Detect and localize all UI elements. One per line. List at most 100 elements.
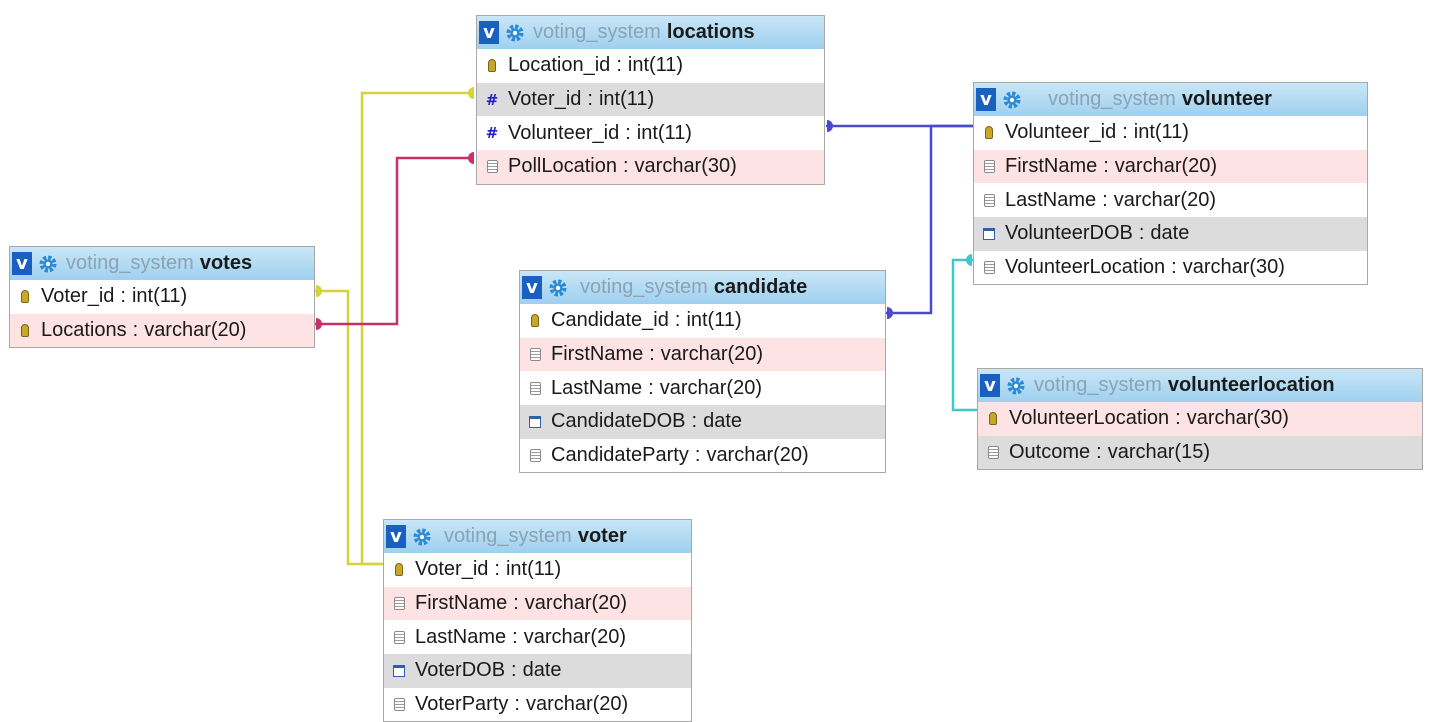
table-header[interactable]: v voting_system voter [384,520,691,553]
collapse-v-button[interactable]: v [12,252,32,275]
column-type: date [522,659,562,682]
column-row[interactable]: CandidateParty: varchar(20) [520,439,885,473]
column-name: Volunteer_id [508,121,620,144]
gear-icon[interactable] [1006,376,1026,396]
table-voter[interactable]: v voting_system voter Voter_id: int(11) Fi… [383,519,692,722]
column-separator: : [513,592,519,615]
column-separator: : [514,693,520,716]
column-row[interactable]: Location_id: int(11) [477,49,824,83]
text-column-icon [528,448,542,464]
column-type: varchar(20) [1114,155,1218,178]
column-row[interactable]: Voter_id: int(11) [10,280,314,314]
collapse-v-button[interactable]: v [976,88,996,111]
column-row[interactable]: # Voter_id: int(11) [477,82,824,117]
primary-key-icon [986,411,1000,427]
column-separator: : [1102,188,1108,211]
table-header[interactable]: v voting_system votes [10,247,314,280]
column-name: FirstName [415,592,508,615]
table-volunteer[interactable]: v voting_system volunteer Volunteer_id: i… [973,82,1368,286]
column-row[interactable]: Volunteer_id: int(11) [974,116,1367,150]
column-row[interactable]: VolunteerLocation: varchar(30) [978,402,1422,436]
collapse-v-button[interactable]: v [386,525,406,548]
primary-key-icon [18,289,32,305]
column-type: int(11) [1133,121,1189,144]
text-column-icon [982,192,996,208]
relation-line-volunteer-id [886,124,973,315]
column-name: Location_id [508,54,611,77]
column-row[interactable]: # Volunteer_id: int(11) [477,116,824,150]
gear-icon[interactable] [38,254,58,274]
column-name: VoterDOB [415,659,506,682]
table-header[interactable]: v voting_system locations [477,16,824,49]
column-separator: : [1096,441,1102,464]
column-row[interactable]: LastName: varchar(20) [974,183,1367,217]
text-column-icon [528,347,542,363]
column-row[interactable]: VoterDOB: date [384,654,691,688]
column-separator: : [694,444,701,467]
column-type: int(11) [598,88,655,111]
gear-icon[interactable] [505,23,525,43]
column-row[interactable]: Voter_id: int(11) [384,553,691,587]
column-name: Voter_id [508,88,582,111]
date-column-icon [392,663,406,679]
column-row[interactable]: Locations: varchar(20) [10,313,314,348]
table-votes[interactable]: v voting_system votes Voter_id: int(11) Lo… [9,246,315,349]
collapse-v-button[interactable]: v [479,21,499,44]
column-row[interactable]: CandidateDOB: date [520,405,885,439]
collapse-v-button[interactable]: v [522,276,542,299]
column-row[interactable]: FirstName: varchar(20) [520,337,885,372]
column-row[interactable]: Outcome: varchar(15) [978,435,1422,470]
gear-icon[interactable] [412,527,432,547]
column-name: LastName [415,625,507,648]
column-row[interactable]: PollLocation: varchar(30) [477,150,824,184]
column-type: varchar(20) [524,592,628,615]
table-name: locations [666,21,755,43]
column-type: int(11) [627,54,684,77]
column-separator: : [132,319,139,342]
gear-icon[interactable] [1002,90,1022,110]
column-row[interactable]: LastName: varchar(20) [520,371,885,405]
column-type: varchar(20) [706,444,809,467]
column-name: CandidateParty [551,444,689,467]
column-type: varchar(20) [660,343,764,366]
column-row[interactable]: FirstName: varchar(20) [974,149,1367,184]
column-separator: : [622,155,629,178]
column-name: VolunteerLocation [1005,256,1166,279]
text-column-icon [392,596,406,612]
collapse-v-button[interactable]: v [980,374,1000,397]
text-column-icon [982,159,996,175]
date-column-icon [982,226,996,242]
table-volunteerlocation[interactable]: v voting_system volunteerlocation Volunt… [977,368,1423,471]
table-name: voter [577,525,627,547]
column-row[interactable]: FirstName: varchar(20) [384,586,691,621]
relation-endpoint-dot [966,254,972,266]
table-header[interactable]: v voting_system candidate [520,271,885,304]
column-separator: : [625,121,631,144]
column-separator: : [616,54,622,77]
primary-key-icon [485,58,499,74]
column-row[interactable]: LastName: varchar(20) [384,620,691,654]
gear-icon[interactable] [548,278,568,298]
table-header[interactable]: v voting_system volunteerlocation [978,369,1422,402]
column-name: Volunteer_id [1005,121,1117,144]
column-name: VolunteerDOB [1005,222,1133,245]
text-column-icon [485,159,499,175]
column-row[interactable]: VolunteerLocation: varchar(30) [974,251,1367,285]
column-type: int(11) [131,285,188,308]
table-candidate[interactable]: v voting_system candidate Candidate_id: i… [519,270,886,474]
column-type: int(11) [505,558,562,581]
column-type: varchar(20) [144,319,247,342]
column-separator: : [649,343,655,366]
text-column-icon [528,380,542,396]
column-row[interactable]: VoterParty: varchar(20) [384,688,691,722]
table-header[interactable]: v voting_system volunteer [974,83,1367,116]
column-row[interactable]: Candidate_id: int(11) [520,304,885,338]
table-locations[interactable]: v voting_system locations Location_id: in… [476,15,825,185]
column-separator: : [691,410,698,433]
column-name: VolunteerLocation [1009,407,1170,430]
column-type: int(11) [636,121,692,144]
column-type: varchar(30) [1182,256,1285,279]
database-name: voting_system [533,21,661,43]
table-name: volunteerlocation [1167,374,1335,396]
column-row[interactable]: VolunteerDOB: date [974,217,1367,251]
